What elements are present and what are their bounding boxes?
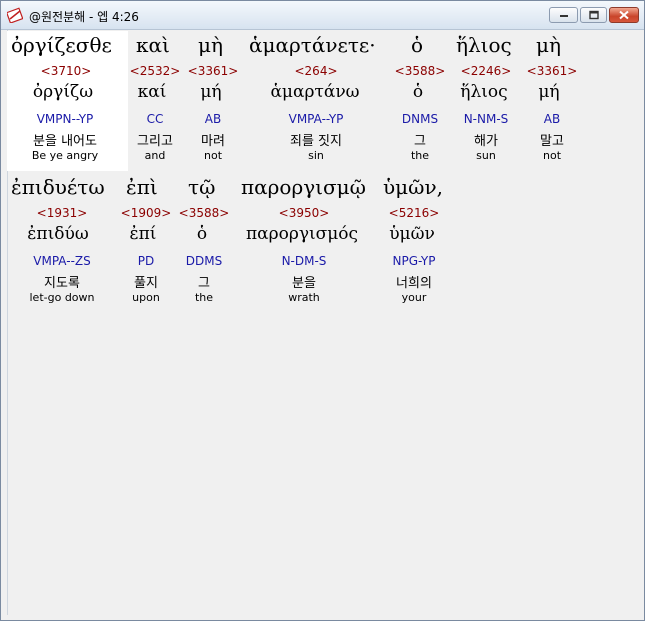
lemma: ἁμαρτάνω xyxy=(270,82,360,102)
morphology: DNMS xyxy=(401,112,439,126)
korean-gloss: 분을 내어도 xyxy=(33,134,97,149)
lemma: ὑμῶν xyxy=(389,224,435,244)
morphology: VMPN--YP xyxy=(36,112,94,126)
english-gloss: the xyxy=(410,149,430,162)
greek-word[interactable]: μὴ xyxy=(198,33,223,57)
maximize-icon xyxy=(588,10,599,20)
strong-number[interactable]: <3588> xyxy=(179,206,230,220)
strong-number[interactable]: <3361> xyxy=(527,64,578,78)
strong-number[interactable]: <2532> xyxy=(130,64,181,78)
korean-gloss: 지도록 xyxy=(44,276,80,291)
korean-gloss: 죄를 짓지 xyxy=(290,134,342,149)
maximize-button[interactable] xyxy=(580,7,607,23)
korean-gloss: 그 xyxy=(198,276,210,291)
korean-gloss: 분을 xyxy=(292,276,316,291)
english-gloss: your xyxy=(401,291,427,304)
greek-word[interactable]: ἁμαρτάνετε· xyxy=(249,33,376,57)
korean-gloss: 말고 xyxy=(540,134,564,149)
strong-number[interactable]: <5216> xyxy=(389,206,440,220)
close-button[interactable] xyxy=(609,7,639,23)
minimize-button[interactable] xyxy=(549,7,578,23)
lemma: ὁ xyxy=(196,224,208,244)
lemma: ἐπί xyxy=(129,224,157,244)
lemma: ἥλιος xyxy=(460,82,508,102)
strong-number[interactable]: <3361> xyxy=(188,64,239,78)
morphology: VMPA--ZS xyxy=(33,254,91,268)
morphology: N-DM-S xyxy=(281,254,327,268)
english-gloss: not xyxy=(542,149,562,162)
english-gloss: wrath xyxy=(288,291,320,304)
english-gloss: let-go down xyxy=(29,291,95,304)
greek-word[interactable]: ὀργίζεσθε xyxy=(11,33,112,57)
korean-gloss: 마려 xyxy=(201,134,225,149)
english-gloss: sin xyxy=(308,149,324,162)
greek-word[interactable]: ὁ xyxy=(411,33,423,57)
korean-gloss: 그 xyxy=(414,134,426,149)
strong-number[interactable]: <2246> xyxy=(461,64,512,78)
window-title: @원전분해 - 엡 4:26 xyxy=(29,10,139,24)
english-gloss: the xyxy=(194,291,214,304)
lemma: ὁ xyxy=(412,82,424,102)
minimize-icon xyxy=(559,15,568,17)
morphology: N-NM-S xyxy=(463,112,509,126)
morphology: CC xyxy=(146,112,164,126)
greek-word[interactable]: ἥλιος xyxy=(456,33,512,57)
english-gloss: sun xyxy=(476,149,496,162)
greek-word[interactable]: ἐπὶ xyxy=(126,175,158,199)
greek-word[interactable]: ὑμῶν, xyxy=(383,175,443,199)
app-icon xyxy=(7,7,23,23)
greek-word[interactable]: καὶ xyxy=(136,33,170,57)
strong-number[interactable]: <3710> xyxy=(41,64,92,78)
morphology: PD xyxy=(137,254,155,268)
strong-number[interactable]: <1931> xyxy=(37,206,88,220)
strong-number[interactable]: <3588> xyxy=(395,64,446,78)
morphology: AB xyxy=(543,112,561,126)
morphology: VMPA--YP xyxy=(288,112,344,126)
lemma: ὀργίζω xyxy=(32,82,94,102)
title-bar[interactable]: @원전분해 - 엡 4:26 xyxy=(1,1,644,30)
english-gloss: upon xyxy=(132,291,160,304)
korean-gloss: 너희의 xyxy=(396,276,432,291)
korean-gloss: 해가 xyxy=(474,134,498,149)
english-gloss: and xyxy=(144,149,166,162)
greek-word[interactable]: τῷ xyxy=(188,175,215,199)
lemma: παροργισμός xyxy=(245,224,359,244)
english-gloss: Be ye angry xyxy=(31,149,99,162)
strong-number[interactable]: <264> xyxy=(294,64,337,78)
app-window: @원전분해 - 엡 4:26 ὀργίζεσθε <3710> ὀργίζω V… xyxy=(0,0,645,621)
greek-word[interactable]: ἐπιδυέτω xyxy=(11,175,105,199)
greek-word[interactable]: μὴ xyxy=(536,33,561,57)
lemma: μή xyxy=(538,82,560,102)
lemma: ἐπιδύω xyxy=(27,224,89,244)
english-gloss: not xyxy=(203,149,223,162)
lemma: μή xyxy=(200,82,222,102)
morphology: DDMS xyxy=(185,254,223,268)
korean-gloss: 풀지 xyxy=(134,276,158,291)
greek-word[interactable]: παροργισμῷ xyxy=(241,175,366,199)
korean-gloss: 그리고 xyxy=(137,134,173,149)
close-icon xyxy=(619,10,629,20)
lemma: καί xyxy=(137,82,167,102)
morphology: AB xyxy=(204,112,222,126)
morphology: NPG-YP xyxy=(392,254,436,268)
strong-number[interactable]: <3950> xyxy=(279,206,330,220)
strong-number[interactable]: <1909> xyxy=(121,206,172,220)
